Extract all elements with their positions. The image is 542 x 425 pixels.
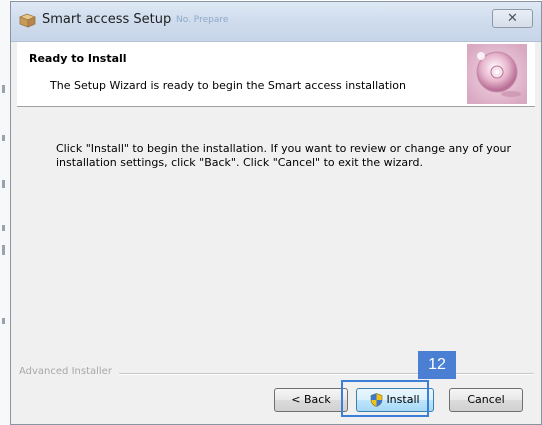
cancel-button[interactable]: Cancel xyxy=(449,388,523,412)
background-mark xyxy=(2,135,5,141)
page-subtitle: The Setup Wizard is ready to begin the S… xyxy=(50,79,406,92)
instructions-line: Click "Install" to begin the installatio… xyxy=(56,142,512,155)
title-bar[interactable]: Smart access Setup No. Prepare ✕ xyxy=(11,2,541,42)
background-mark xyxy=(2,318,5,324)
background-mark xyxy=(2,180,5,188)
close-button[interactable]: ✕ xyxy=(492,9,533,28)
screenshot-stage: Smart access Setup No. Prepare ✕ Ready t… xyxy=(0,0,542,425)
background-mark xyxy=(2,225,5,231)
background-mark xyxy=(2,245,5,255)
install-button-content: Install xyxy=(370,389,420,411)
window-title: Smart access Setup xyxy=(42,12,172,27)
background-mark xyxy=(2,85,5,93)
install-button[interactable]: Install xyxy=(356,388,434,412)
separator-line xyxy=(119,373,534,375)
instructions-line: installation settings, click "Back". Cli… xyxy=(56,156,423,169)
brand-separator: Advanced Installer xyxy=(19,366,534,380)
back-button[interactable]: < Back xyxy=(274,388,348,412)
setup-package-icon xyxy=(19,13,36,28)
background-window-title: No. Prepare xyxy=(176,15,229,25)
setup-wizard-window: Smart access Setup No. Prepare ✕ Ready t… xyxy=(10,1,542,425)
wizard-header: Ready to Install The Setup Wizard is rea… xyxy=(17,42,535,107)
close-icon: ✕ xyxy=(507,11,518,26)
install-button-label: Install xyxy=(386,393,420,406)
desktop-background-strip xyxy=(0,0,10,425)
brand-label: Advanced Installer xyxy=(19,366,118,377)
uac-shield-icon xyxy=(371,393,383,407)
installer-disc-icon xyxy=(467,44,527,104)
instructions-text: Click "Install" to begin the installatio… xyxy=(56,142,516,170)
step-badge: 12 xyxy=(418,351,456,379)
page-title: Ready to Install xyxy=(29,52,127,65)
